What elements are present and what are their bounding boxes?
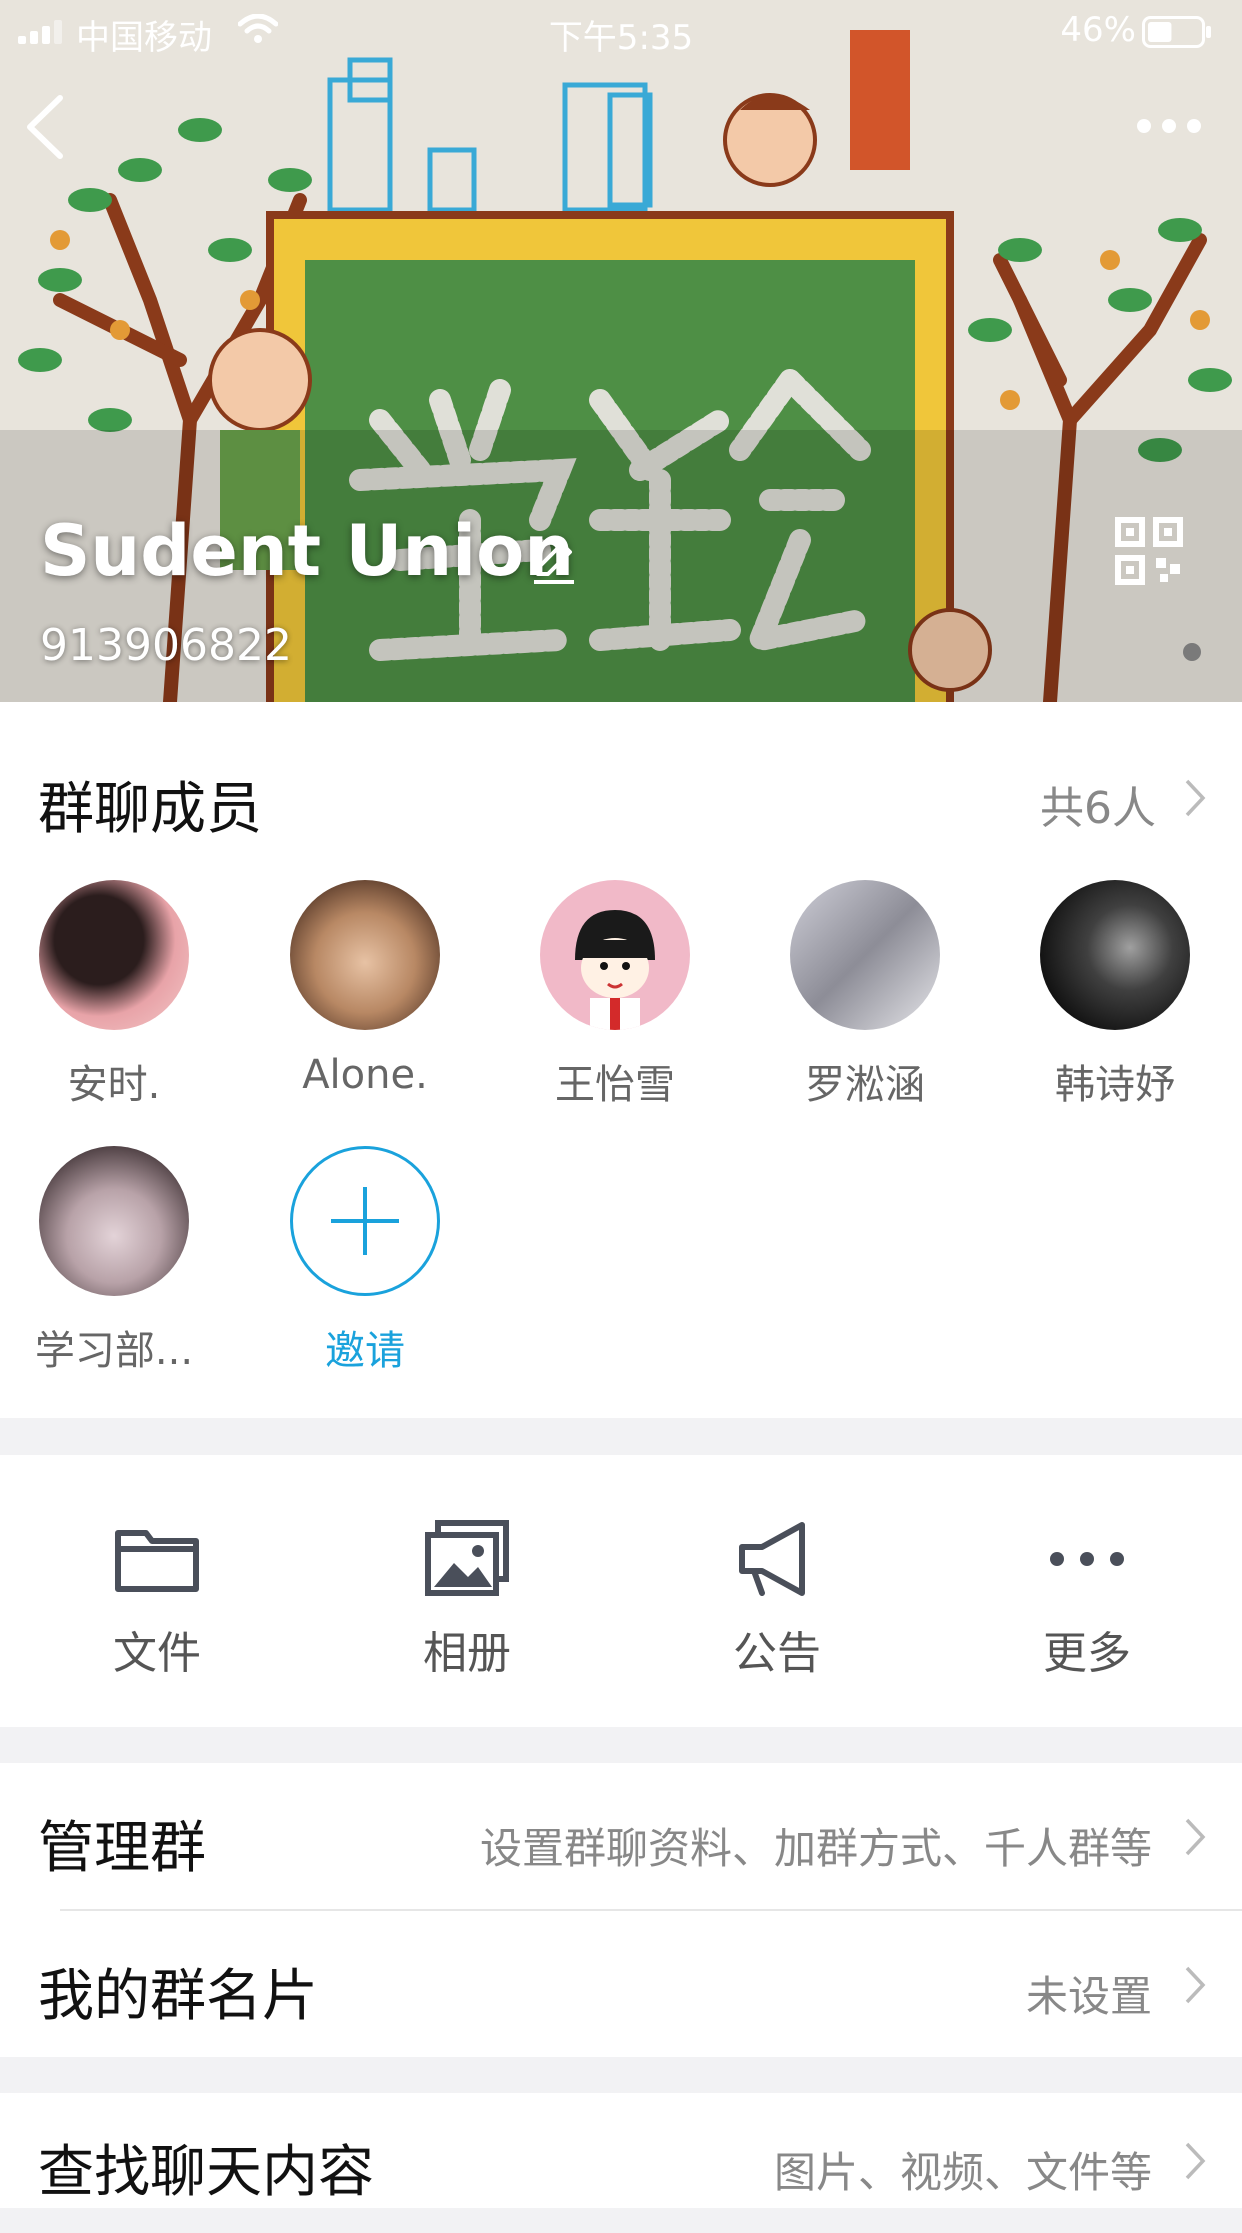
member-name: 王怡雪 [555,1062,675,1108]
member-avatar[interactable] [790,880,940,1030]
members-section: 群聊成员 共6人 安时. Alone. 王怡雪 罗淞涵 韩诗妤 学习部... 邀… [0,702,1242,1418]
battery-icon [1142,16,1211,48]
member-name: 罗淞涵 [805,1062,925,1108]
group-actions: 文件 相册 公告 更多 [0,1455,1242,1727]
members-count[interactable]: 共6人 [1040,772,1156,836]
member-name: 韩诗妤 [1055,1062,1175,1108]
member-avatar[interactable] [1040,880,1190,1030]
group-cover[interactable]: 中国移动 下午5:35 46% Sudent Union 913906822 [0,0,1242,702]
member-name: 学习部... [34,1328,194,1374]
manage-group-value: 设置群聊资料、加群方式、千人群等 [479,1824,1152,1873]
search-group: 查找聊天内容 图片、视频、文件等 [0,2093,1242,2208]
member-avatar[interactable] [39,1146,189,1296]
member-item[interactable]: 韩诗妤 [990,880,1240,1110]
group-name: Sudent Union [40,510,575,592]
more-label: 更多 [1043,1628,1131,1679]
members-title: 群聊成员 [38,777,262,842]
clock: 下午5:35 [548,18,694,58]
member-name: Alone. [302,1052,428,1098]
chevron-right-icon [1185,1966,1206,2004]
announcement-action[interactable]: 公告 [677,1519,877,1681]
member-item[interactable]: 安时. [0,880,239,1110]
status-bar: 中国移动 下午5:35 46% [0,0,1242,62]
files-action[interactable]: 文件 [57,1519,257,1681]
cover-illustration [0,0,1242,702]
search-chat-value: 图片、视频、文件等 [773,2148,1152,2197]
plus-icon [331,1187,399,1255]
more-action[interactable]: 更多 [987,1519,1187,1681]
back-icon[interactable] [22,92,68,162]
group-id: 913906822 [40,620,292,671]
album-label: 相册 [423,1628,511,1679]
chevron-right-icon [1185,1818,1206,1856]
qr-code-icon[interactable] [1114,516,1184,586]
search-chat-row[interactable]: 查找聊天内容 图片、视频、文件等 [0,2087,1242,2233]
cartoon-avatar-icon [575,910,655,1030]
edit-icon[interactable] [530,536,578,584]
member-item[interactable]: Alone. [240,880,490,1098]
settings-group: 管理群 设置群聊资料、加群方式、千人群等 我的群名片 未设置 [0,1763,1242,2057]
folder-icon [115,1530,199,1592]
chevron-right-icon[interactable] [1184,778,1206,818]
member-item[interactable]: 学习部... [0,1146,239,1376]
manage-group-label: 管理群 [38,1816,206,1881]
chevron-right-icon [1185,2142,1206,2180]
files-label: 文件 [113,1628,201,1679]
album-action[interactable]: 相册 [367,1519,567,1681]
member-avatar[interactable] [290,880,440,1030]
more-dots-icon [1050,1552,1124,1566]
group-card-label: 我的群名片 [38,1964,318,2029]
group-card-value: 未设置 [1025,1972,1152,2021]
member-avatar[interactable] [540,880,690,1030]
invite-label: 邀请 [325,1328,405,1374]
manage-group-row[interactable]: 管理群 设置群聊资料、加群方式、千人群等 [0,1763,1242,1909]
member-item[interactable]: 王怡雪 [490,880,740,1110]
album-icon [425,1520,509,1596]
member-avatar[interactable] [39,880,189,1030]
more-icon[interactable] [1134,110,1204,142]
announcement-label: 公告 [733,1628,821,1679]
page-indicator-dot [1183,643,1201,661]
member-name: 安时. [67,1062,161,1108]
search-chat-label: 查找聊天内容 [38,2140,374,2205]
announcement-icon [739,1522,805,1596]
invite-button[interactable] [290,1146,440,1296]
battery-percentage: 46% [1060,10,1136,50]
group-card-row[interactable]: 我的群名片 未设置 [0,1911,1242,2057]
invite-member[interactable]: 邀请 [240,1146,490,1376]
member-item[interactable]: 罗淞涵 [740,880,990,1110]
